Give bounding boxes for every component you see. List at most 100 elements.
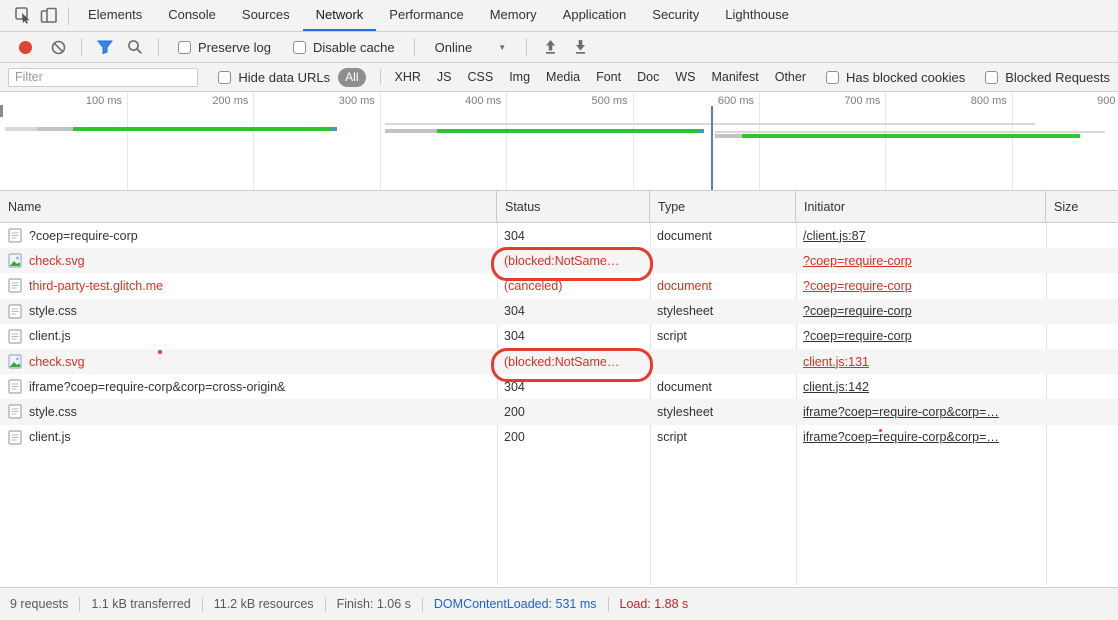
waterfall-bar-segment xyxy=(73,127,332,131)
filter-type-ws[interactable]: WS xyxy=(667,70,703,84)
waterfall-bar-segment xyxy=(385,129,437,133)
column-header-status[interactable]: Status xyxy=(497,191,650,222)
filter-type-xhr[interactable]: XHR xyxy=(386,70,428,84)
dom-content-loaded-marker xyxy=(711,106,713,190)
waterfall-bar-segment xyxy=(332,127,337,131)
divider xyxy=(526,38,527,56)
checkbox[interactable] xyxy=(178,41,191,54)
import-har-icon[interactable] xyxy=(537,35,563,59)
table-row[interactable]: client.js 304 script ?coep=require-corp xyxy=(0,324,1118,349)
filter-type-img[interactable]: Img xyxy=(501,70,538,84)
request-initiator-link[interactable]: client.js:131 xyxy=(803,355,869,369)
request-name: iframe?coep=require-corp&corp=cross-orig… xyxy=(29,380,285,394)
tab-network[interactable]: Network xyxy=(303,0,377,31)
table-row[interactable]: third-party-test.glitch.me (canceled) do… xyxy=(0,273,1118,298)
column-header-type[interactable]: Type xyxy=(650,191,796,222)
table-row[interactable]: ?coep=require-corp 304 document /client.… xyxy=(0,223,1118,248)
column-header-size[interactable]: Size xyxy=(1046,191,1118,222)
tab-sources[interactable]: Sources xyxy=(229,0,303,31)
table-row[interactable]: check.svg (blocked:NotSame… ?coep=requir… xyxy=(0,248,1118,273)
network-overview-waterfall[interactable]: 100 ms200 ms300 ms400 ms500 ms600 ms700 … xyxy=(0,92,1118,191)
filter-input[interactable] xyxy=(8,68,198,87)
request-table-body: ?coep=require-corp 304 document /client.… xyxy=(0,223,1118,553)
filter-type-manifest[interactable]: Manifest xyxy=(703,70,766,84)
record-button[interactable] xyxy=(19,41,32,54)
disable-cache-checkbox[interactable]: Disable cache xyxy=(293,40,395,55)
table-row[interactable]: client.js 200 script iframe?coep=require… xyxy=(0,425,1118,450)
request-initiator-link[interactable]: /client.js:87 xyxy=(803,229,866,243)
filter-type-media[interactable]: Media xyxy=(538,70,588,84)
table-row[interactable]: style.css 200 stylesheet iframe?coep=req… xyxy=(0,399,1118,424)
request-name: third-party-test.glitch.me xyxy=(29,279,163,293)
inspect-element-icon[interactable] xyxy=(10,5,36,27)
has-blocked-cookies-checkbox[interactable]: Has blocked cookies xyxy=(826,70,965,85)
timeline-tick-label: 200 ms xyxy=(188,95,248,107)
tab-application[interactable]: Application xyxy=(550,0,640,31)
request-initiator-link[interactable]: client.js:142 xyxy=(803,380,869,394)
request-initiator-link[interactable]: ?coep=require-corp xyxy=(803,254,912,268)
column-header-initiator[interactable]: Initiator xyxy=(796,191,1046,222)
tab-performance[interactable]: Performance xyxy=(376,0,476,31)
table-row[interactable]: iframe?coep=require-corp&corp=cross-orig… xyxy=(0,374,1118,399)
checkbox[interactable] xyxy=(826,71,839,84)
filter-type-font[interactable]: Font xyxy=(588,70,629,84)
hide-data-urls-label: Hide data URLs xyxy=(238,70,330,85)
devtools-tab-bar: Elements Console Sources Network Perform… xyxy=(0,0,1118,32)
tab-security[interactable]: Security xyxy=(639,0,712,31)
request-name: style.css xyxy=(29,304,77,318)
network-filter-bar: Hide data URLs All XHR JS CSS Img Media … xyxy=(0,63,1118,92)
preserve-log-checkbox[interactable]: Preserve log xyxy=(178,40,271,55)
checkbox[interactable] xyxy=(985,71,998,84)
blocked-requests-checkbox[interactable]: Blocked Requests xyxy=(985,70,1110,85)
request-initiator-link[interactable]: iframe?coep=require-corp&corp=… xyxy=(803,430,999,444)
request-status: 304 xyxy=(497,380,650,394)
divider xyxy=(68,7,69,25)
tab-elements[interactable]: Elements xyxy=(75,0,155,31)
filter-funnel-icon[interactable] xyxy=(92,35,118,59)
clear-icon[interactable] xyxy=(45,35,71,59)
timeline-gridline xyxy=(759,92,760,190)
filter-type-doc[interactable]: Doc xyxy=(629,70,667,84)
request-initiator-link[interactable]: ?coep=require-corp xyxy=(803,329,912,343)
device-toolbar-icon[interactable] xyxy=(36,5,62,27)
has-blocked-cookies-label: Has blocked cookies xyxy=(846,70,965,85)
tab-console[interactable]: Console xyxy=(155,0,229,31)
table-row[interactable]: style.css 304 stylesheet ?coep=require-c… xyxy=(0,299,1118,324)
divider xyxy=(158,38,159,56)
waterfall-bar-segment xyxy=(37,127,73,131)
request-name: client.js xyxy=(29,329,71,343)
tab-memory[interactable]: Memory xyxy=(477,0,550,31)
filter-type-other[interactable]: Other xyxy=(767,70,814,84)
request-initiator-link[interactable]: ?coep=require-corp xyxy=(803,304,912,318)
hide-data-urls-checkbox[interactable]: Hide data URLs xyxy=(218,70,330,85)
column-header-name[interactable]: Name xyxy=(0,191,497,222)
search-icon[interactable] xyxy=(122,35,148,59)
transferred-size: 1.1 kB transferred xyxy=(80,597,201,611)
tab-lighthouse[interactable]: Lighthouse xyxy=(712,0,802,31)
divider xyxy=(81,38,82,56)
timeline-gridline xyxy=(127,92,128,190)
request-name: check.svg xyxy=(29,355,85,369)
export-har-icon[interactable] xyxy=(567,35,593,59)
overview-left-tick xyxy=(0,105,3,117)
image-file-icon xyxy=(8,253,22,268)
request-type: document xyxy=(650,380,796,394)
timeline-tick-label: 900 ms xyxy=(1073,95,1118,107)
request-initiator-link[interactable]: ?coep=require-corp xyxy=(803,279,912,293)
request-name: ?coep=require-corp xyxy=(29,229,138,243)
throttling-dropdown[interactable]: Online ▼ xyxy=(435,40,507,55)
divider xyxy=(414,38,415,56)
waterfall-bar-segment xyxy=(5,127,37,131)
filter-type-css[interactable]: CSS xyxy=(459,70,501,84)
network-summary-bar: 9 requests 1.1 kB transferred 11.2 kB re… xyxy=(0,587,1118,620)
checkbox[interactable] xyxy=(218,71,231,84)
checkbox[interactable] xyxy=(293,41,306,54)
request-initiator-link[interactable]: iframe?coep=require-corp&corp=… xyxy=(803,405,999,419)
waterfall-bar-segment xyxy=(385,123,1035,125)
filter-type-js[interactable]: JS xyxy=(429,70,460,84)
filter-all-pill[interactable]: All xyxy=(338,68,365,87)
image-file-icon xyxy=(8,354,22,369)
table-row[interactable]: check.svg (blocked:NotSame… client.js:13… xyxy=(0,349,1118,374)
load-time: Load: 1.88 s xyxy=(609,597,700,611)
request-status: (canceled) xyxy=(497,279,650,293)
